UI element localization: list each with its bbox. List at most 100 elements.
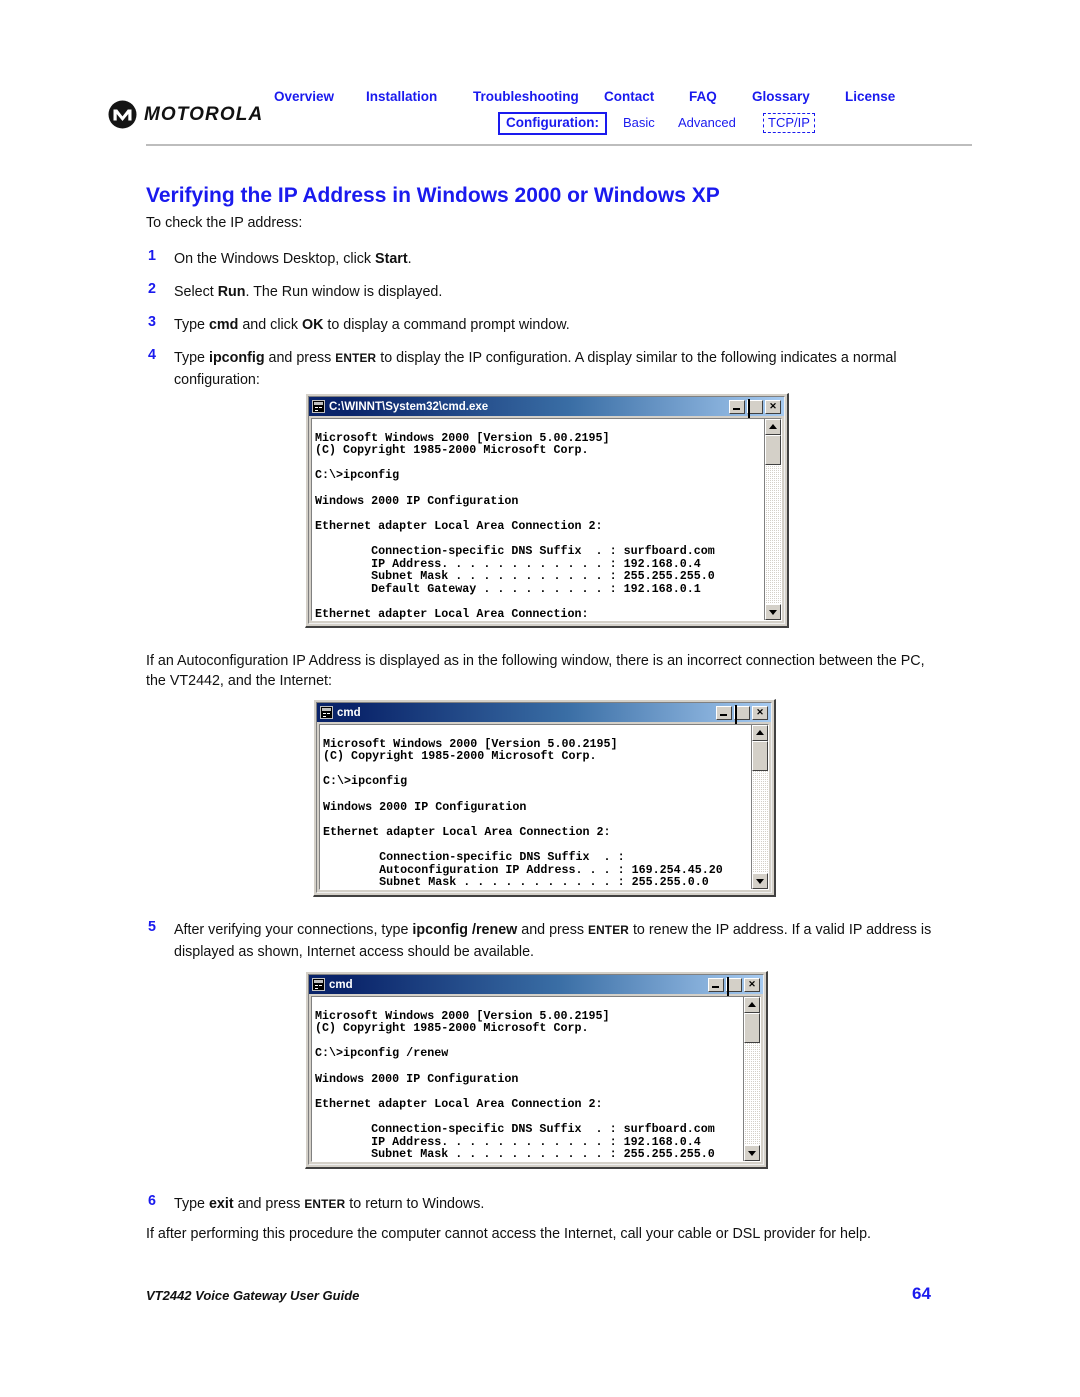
scroll-up-button-2[interactable] — [752, 725, 768, 741]
step-text-3: Type cmd and click OK to display a comma… — [174, 314, 954, 336]
step-text-fragment: to return to Windows. — [345, 1196, 485, 1212]
step-text-fragment: ENTER — [304, 1197, 346, 1211]
step-text-fragment: ipconfig /renew — [412, 922, 518, 938]
scrollbar-thumb-2[interactable] — [752, 741, 768, 771]
cmd-console-icon — [320, 706, 333, 719]
minimize-button-1[interactable] — [729, 399, 745, 414]
step-text-fragment: to display a command prompt window. — [323, 317, 570, 333]
step-text-fragment: OK — [301, 317, 324, 333]
step-text-fragment: Run — [217, 284, 246, 300]
scroll-down-button-2[interactable] — [752, 873, 768, 889]
step-number-4: 4 — [148, 347, 156, 363]
motorola-wordmark: MOTOROLA — [144, 103, 264, 125]
step-number-6: 6 — [148, 1193, 156, 1209]
configuration-label: Configuration: — [498, 112, 607, 135]
console-area-2: Microsoft Windows 2000 [Version 5.00.219… — [319, 724, 769, 890]
step-text-fragment: and press — [517, 922, 588, 938]
secondary-nav: Configuration: Basic Advanced TCP/IP — [274, 112, 974, 138]
close-button-2[interactable]: ✕ — [752, 705, 768, 720]
cmd-console-icon — [312, 400, 325, 413]
step-text-fragment: Type — [174, 350, 209, 366]
window-title-1: C:\WINNT\System32\cmd.exe — [329, 400, 489, 413]
primary-nav: Overview Installation Troubleshooting Co… — [274, 88, 974, 110]
vertical-scrollbar-1[interactable] — [764, 419, 781, 620]
vertical-scrollbar-2[interactable] — [751, 725, 768, 889]
document-page: MOTOROLA Overview Installation Troublesh… — [0, 0, 1080, 1397]
step-text-5: After verifying your connections, type i… — [174, 919, 964, 963]
nav-item-troubleshooting[interactable]: Troubleshooting — [473, 88, 579, 106]
minimize-button-2[interactable] — [716, 705, 732, 720]
step-text-fragment: . — [407, 251, 412, 267]
footer-page-number: 64 — [912, 1284, 931, 1303]
step-text-fragment: On the Windows Desktop, click — [174, 251, 376, 267]
command-prompt-window-2: cmd ✕ Microsoft Windows 2000 [Version 5.… — [313, 699, 776, 897]
step-text-fragment: Start — [375, 251, 408, 267]
close-button-1[interactable]: ✕ — [765, 399, 781, 414]
footer-document-title: VT2442 Voice Gateway User Guide — [146, 1288, 360, 1303]
step-text-fragment: . The Run window is displayed. — [245, 284, 443, 300]
closing-text: If after performing this procedure the c… — [146, 1226, 872, 1242]
window-titlebar-2[interactable]: cmd ✕ — [317, 703, 771, 725]
nav-item-license[interactable]: License — [845, 88, 895, 106]
step-text-fragment: cmd — [208, 317, 239, 333]
step-number-5: 5 — [148, 919, 156, 935]
step-text-fragment: Select — [174, 284, 218, 300]
step-text-2: Select Run. The Run window is displayed. — [174, 281, 954, 303]
nav-item-installation[interactable]: Installation — [366, 88, 437, 106]
nav-item-advanced[interactable]: Advanced — [678, 115, 736, 131]
command-prompt-window-1: C:\WINNT\System32\cmd.exe ✕ Microsoft Wi… — [305, 393, 789, 628]
motorola-logo: MOTOROLA — [108, 100, 263, 129]
console-output-2: Microsoft Windows 2000 [Version 5.00.219… — [323, 736, 723, 890]
close-button-3[interactable]: ✕ — [744, 977, 760, 992]
scroll-up-button-1[interactable] — [765, 419, 781, 435]
step-text-fragment: exit — [208, 1196, 234, 1212]
maximize-button-3[interactable] — [726, 976, 742, 997]
console-area-3: Microsoft Windows 2000 [Version 5.00.219… — [311, 996, 761, 1162]
intro-text: To check the IP address: — [146, 215, 303, 231]
window-titlebar-3[interactable]: cmd ✕ — [309, 975, 763, 997]
step-text-fragment: Type — [174, 317, 209, 333]
scrollbar-thumb-3[interactable] — [744, 1013, 760, 1043]
console-output-3: Microsoft Windows 2000 [Version 5.00.219… — [315, 1008, 715, 1162]
window-title-3: cmd — [329, 978, 353, 991]
command-prompt-window-3: cmd ✕ Microsoft Windows 2000 [Version 5.… — [305, 971, 768, 1169]
window-title-2: cmd — [337, 706, 361, 719]
step-text-4: Type ipconfig and press ENTER to display… — [174, 347, 954, 391]
site-header: MOTOROLA Overview Installation Troublesh… — [108, 88, 972, 140]
step-number-2: 2 — [148, 281, 156, 297]
nav-item-basic[interactable]: Basic — [623, 115, 655, 131]
console-output-1: Microsoft Windows 2000 [Version 5.00.219… — [315, 430, 715, 621]
page-title: Verifying the IP Address in Windows 2000… — [146, 184, 720, 208]
step-text-fragment: ENTER — [588, 923, 629, 937]
minimize-button-3[interactable] — [708, 977, 724, 992]
maximize-button-1[interactable] — [747, 398, 763, 419]
step-text-fragment: ipconfig — [208, 350, 265, 366]
step-text-1: On the Windows Desktop, click Start. — [174, 248, 954, 270]
cmd-console-icon — [312, 978, 325, 991]
scroll-down-button-1[interactable] — [765, 604, 781, 620]
step-number-1: 1 — [148, 248, 156, 264]
autoconfig-note: If an Autoconfiguration IP Address is di… — [146, 653, 925, 689]
nav-item-glossary[interactable]: Glossary — [752, 88, 810, 106]
nav-item-overview[interactable]: Overview — [274, 88, 334, 106]
window-titlebar-1[interactable]: C:\WINNT\System32\cmd.exe ✕ — [309, 397, 784, 419]
step-number-3: 3 — [148, 314, 156, 330]
nav-item-contact[interactable]: Contact — [604, 88, 654, 106]
step-text-fragment: and press — [233, 1196, 305, 1212]
motorola-m-logo-icon — [108, 100, 137, 129]
nav-item-faq[interactable]: FAQ — [689, 88, 717, 106]
vertical-scrollbar-3[interactable] — [743, 997, 760, 1161]
step-text-fragment: After verifying your connections, type — [174, 922, 413, 938]
scroll-down-button-3[interactable] — [744, 1145, 760, 1161]
step-text-6: Type exit and press ENTER to return to W… — [174, 1193, 954, 1215]
scroll-up-button-3[interactable] — [744, 997, 760, 1013]
step-text-fragment: and press — [264, 350, 336, 366]
nav-item-tcpip[interactable]: TCP/IP — [763, 113, 815, 133]
step-text-fragment: Type — [174, 1196, 209, 1212]
scrollbar-thumb-1[interactable] — [765, 435, 781, 465]
console-area-1: Microsoft Windows 2000 [Version 5.00.219… — [311, 418, 782, 621]
step-text-fragment: and click — [238, 317, 302, 333]
step-text-fragment: ENTER — [335, 351, 377, 365]
maximize-button-2[interactable] — [734, 704, 750, 725]
header-divider — [146, 144, 972, 146]
